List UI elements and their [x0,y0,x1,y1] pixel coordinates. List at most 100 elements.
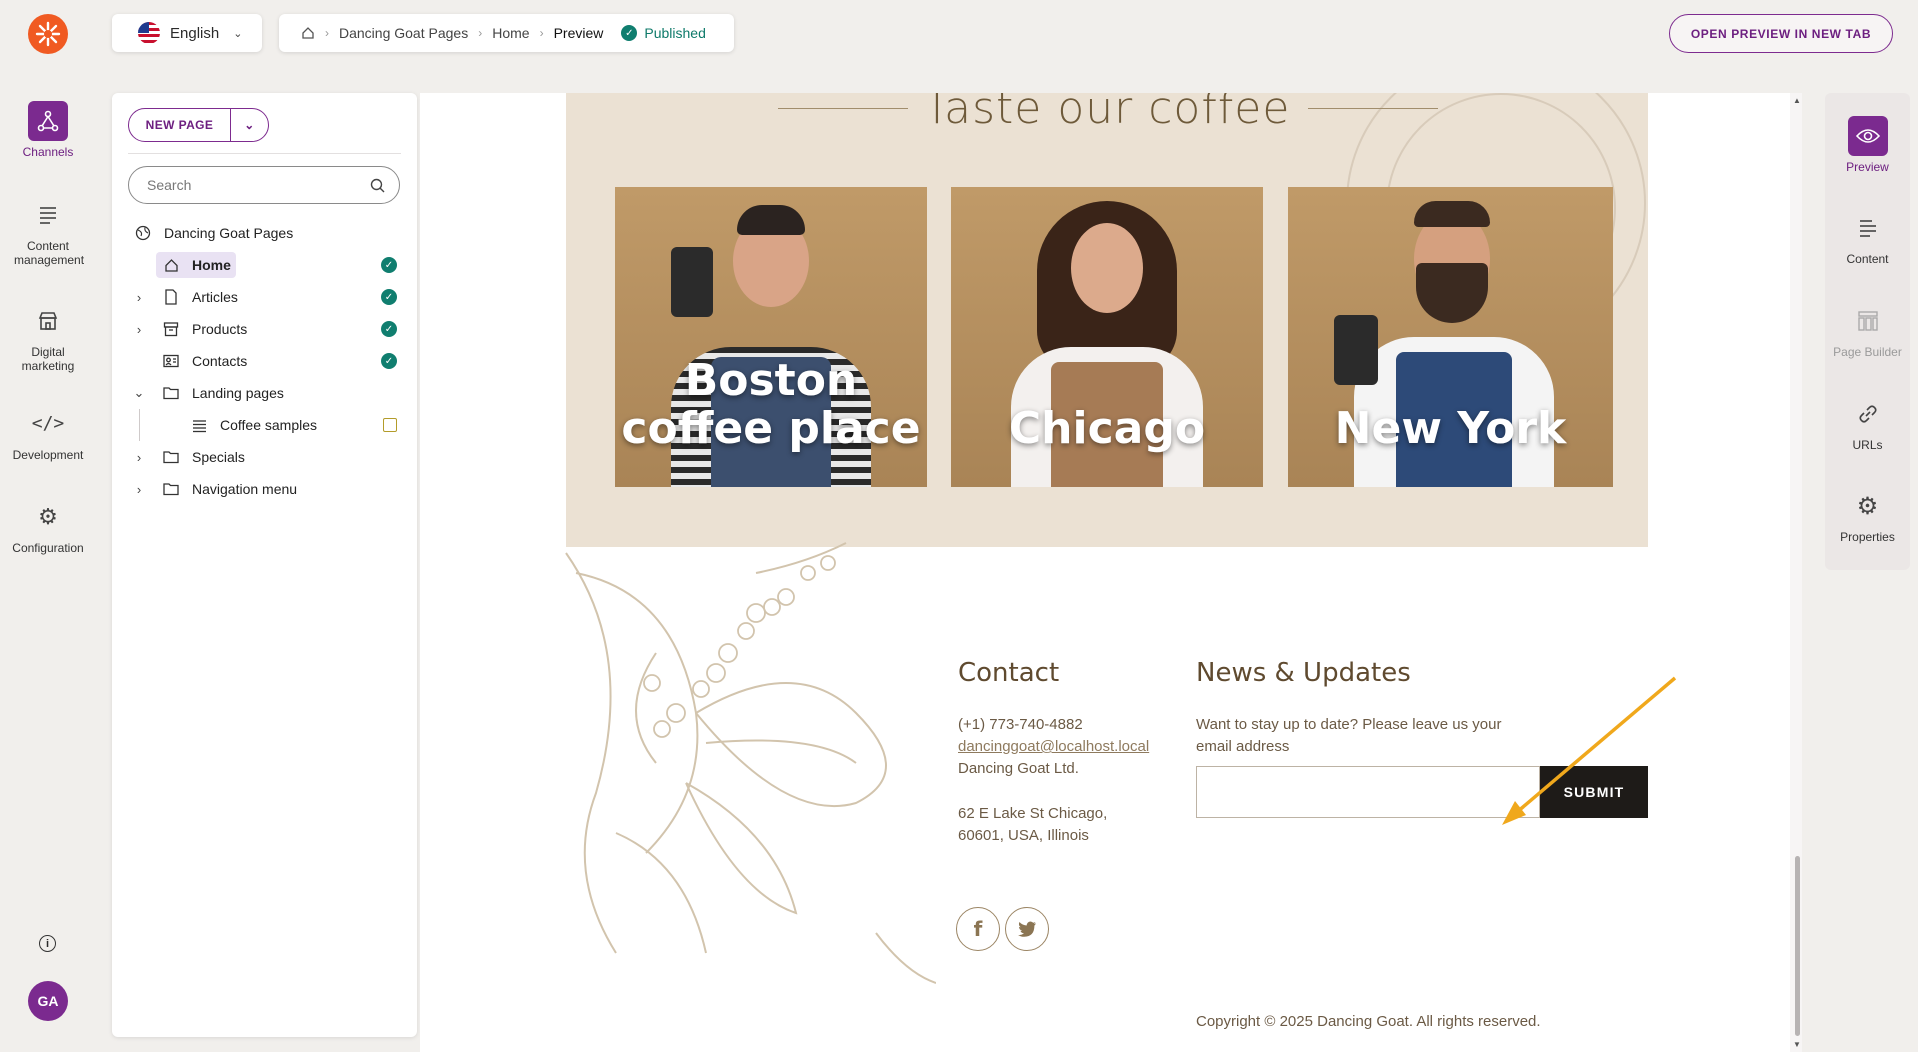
avatar[interactable]: GA [28,981,68,1021]
published-check-icon: ✓ [621,25,638,41]
eye-icon [1847,116,1888,156]
search-icon [370,178,385,192]
scrollbar-thumb[interactable] [1795,856,1800,1036]
contact-email-link[interactable]: dancinggoat@localhost.local [958,736,1149,758]
taste-coffee-section: Taste our coffee Boston coffee place Chi… [566,93,1648,547]
chevron-right-icon[interactable]: › [132,290,146,305]
tool-label: Content [1846,252,1889,266]
search-input[interactable]: Search [128,166,400,204]
twitter-icon[interactable] [1005,907,1049,951]
cafe-name: Boston coffee place [621,355,921,454]
breadcrumb: › Dancing Goat Pages › Home › Preview ✓ … [279,14,734,52]
breadcrumb-page[interactable]: Home [492,25,529,41]
tool-content[interactable]: Content [1825,208,1910,266]
tool-label: Properties [1840,530,1895,544]
tool-page-builder[interactable]: Page Builder [1825,301,1910,359]
tree-node-contacts[interactable]: Contacts ✓ [112,345,417,377]
tool-properties[interactable]: ⚙ Properties [1825,486,1910,545]
chevron-right-icon[interactable]: › [132,450,146,465]
rail-channels[interactable]: Channels [0,101,96,159]
cafe-name: New York [1334,403,1567,454]
tree-node-home[interactable]: Home ✓ [112,249,417,281]
page-preview: Taste our coffee Boston coffee place Chi… [420,93,1797,1052]
language-selector[interactable]: English ⌄ [112,14,262,52]
page-tree: Dancing Goat Pages Home ✓ › Articles ✓ ›… [112,217,417,505]
rail-digital-marketing[interactable]: Digital marketing [0,301,96,373]
content-tree-panel: NEW PAGE ⌄ Search Dancing Goat Pages Hom… [112,93,417,1037]
rail-label: Digital marketing [21,345,75,373]
link-icon [1848,394,1888,434]
tree-node-label: Landing pages [192,385,284,401]
cafe-card-chicago[interactable]: Chicago [951,187,1263,487]
gears-icon: ⚙ [38,504,58,529]
home-icon[interactable] [301,26,315,40]
chevron-right-icon[interactable]: › [132,322,146,337]
new-page-button[interactable]: NEW PAGE ⌄ [128,108,269,142]
breadcrumb-separator: › [539,26,544,40]
rail-content-management[interactable]: Content management [0,195,96,267]
kentico-logo[interactable] [28,14,68,54]
tree-node-landing-pages[interactable]: ⌄ Landing pages [112,377,417,409]
contacts-icon [162,352,180,370]
tree-node-label: Products [192,321,248,337]
new-page-label[interactable]: NEW PAGE [129,109,231,141]
folder-icon [162,384,180,402]
chevron-down-icon[interactable]: ⌄ [231,118,268,132]
open-preview-button[interactable]: OPEN PREVIEW IN NEW TAB [1669,14,1893,53]
copyright-text: Copyright © 2025 Dancing Goat. All right… [1196,1013,1541,1030]
draft-status-icon [383,418,397,432]
tree-node-label: Home [192,257,231,273]
facebook-icon[interactable]: f [956,907,1000,951]
rail-label: Development [12,448,84,462]
tree-node-specials[interactable]: › Specials [112,441,417,473]
cafe-card-new-york[interactable]: New York [1288,187,1613,487]
tool-preview[interactable]: Preview [1825,116,1910,174]
breadcrumb-current: Preview [553,25,604,41]
content-management-icon [28,195,68,235]
cafe-name: Chicago [1008,403,1206,454]
contact-heading: Contact [958,658,1060,688]
scroll-down-icon[interactable]: ▼ [1793,1040,1801,1049]
digital-marketing-icon [28,301,68,341]
file-icon [162,288,180,306]
logo-icon [35,21,61,47]
chevron-down-icon[interactable]: ⌄ [132,385,146,401]
home-icon [162,256,180,274]
tree-node-products[interactable]: › Products ✓ [112,313,417,345]
rail-configuration[interactable]: ⚙ Configuration [0,497,96,556]
box-icon [162,320,180,338]
published-check-icon: ✓ [381,353,397,369]
rail-label: Channels [22,145,74,159]
scroll-up-icon[interactable]: ▲ [1793,96,1801,105]
breadcrumb-separator: › [325,26,329,40]
list-icon [190,416,208,434]
search-placeholder: Search [147,177,192,193]
globe-icon [134,224,152,242]
info-icon[interactable]: i [39,935,56,952]
tree-node-articles[interactable]: › Articles ✓ [112,281,417,313]
news-text-line2: email address [1196,738,1290,755]
rail-development[interactable]: </> Development [0,404,96,463]
divider [128,153,401,154]
breadcrumb-root[interactable]: Dancing Goat Pages [339,25,468,41]
tool-label: URLs [1852,438,1883,452]
published-check-icon: ✓ [381,321,397,337]
language-label: English [170,24,220,42]
page-builder-icon [1848,301,1888,341]
cafe-card-boston[interactable]: Boston coffee place [615,187,927,487]
folder-icon [162,480,180,498]
code-icon: </> [31,413,65,434]
annotation-arrow [1502,676,1677,825]
tree-node-navigation-menu[interactable]: › Navigation menu [112,473,417,505]
contact-company: Dancing Goat Ltd. [958,760,1079,777]
contact-address-line1: 62 E Lake St Chicago, [958,805,1108,822]
tool-label: Preview [1846,160,1889,174]
news-heading: News & Updates [1196,658,1411,688]
status-badge: ✓ Published [621,25,706,41]
published-check-icon: ✓ [381,289,397,305]
rail-label: Configuration [12,541,84,555]
tree-root[interactable]: Dancing Goat Pages [112,217,417,249]
tree-node-coffee-samples[interactable]: Coffee samples [112,409,417,441]
chevron-right-icon[interactable]: › [132,482,146,497]
tool-urls[interactable]: URLs [1825,394,1910,452]
